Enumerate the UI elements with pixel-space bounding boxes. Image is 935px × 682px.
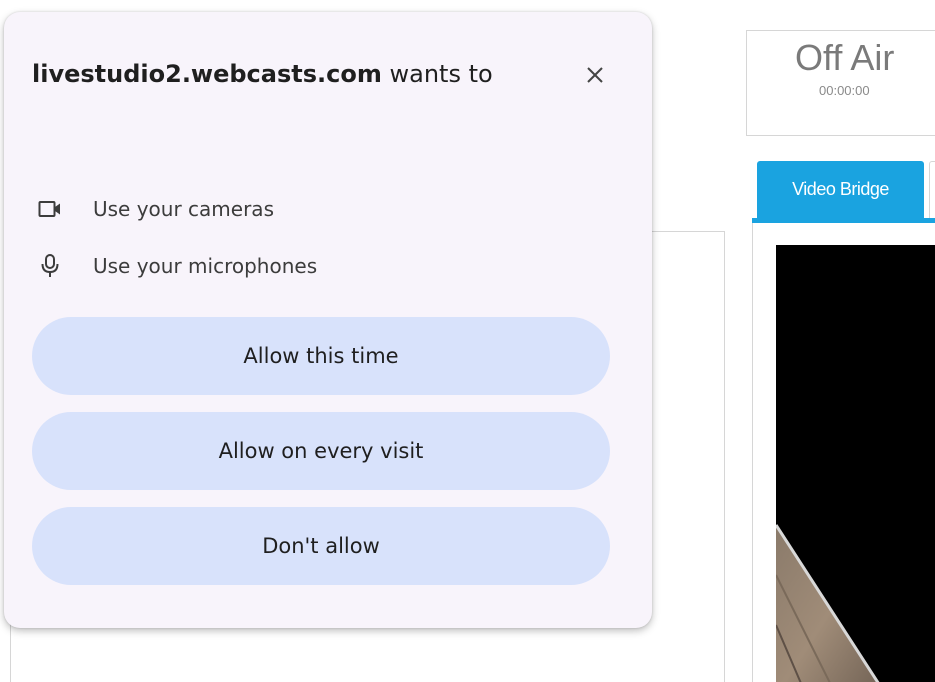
broadcast-status-label: Off Air [795, 37, 895, 78]
broadcast-timer: 00:00:00 [819, 83, 870, 98]
permission-item-microphone: Use your microphones [38, 251, 317, 281]
permission-item-camera: Use your cameras [38, 194, 274, 224]
permission-popup: livestudio2.webcasts.com wants to Use yo… [4, 12, 652, 628]
allow-every-visit-button[interactable]: Allow on every visit [32, 412, 610, 490]
camera-icon [38, 197, 62, 221]
video-frame-image [776, 524, 880, 682]
broadcast-status-box: Off Air 00:00:00 [746, 30, 935, 136]
microphone-icon [38, 254, 62, 278]
close-icon [587, 67, 603, 83]
permission-label: Use your microphones [93, 254, 318, 278]
allow-this-time-button[interactable]: Allow this time [32, 317, 610, 395]
tab-video-bridge[interactable]: Video Bridge [757, 161, 924, 218]
dont-allow-button[interactable]: Don't allow [32, 507, 610, 585]
permission-label: Use your cameras [93, 197, 274, 221]
popup-origin: livestudio2.webcasts.com [32, 60, 382, 88]
popup-title-suffix: wants to [381, 60, 493, 88]
page: Off Air 00:00:00 Video Bridge livestudio… [0, 0, 935, 682]
popup-title: livestudio2.webcasts.com wants to [32, 56, 552, 92]
close-button[interactable] [578, 58, 612, 92]
video-preview [776, 245, 935, 682]
tab-next[interactable] [929, 161, 935, 219]
